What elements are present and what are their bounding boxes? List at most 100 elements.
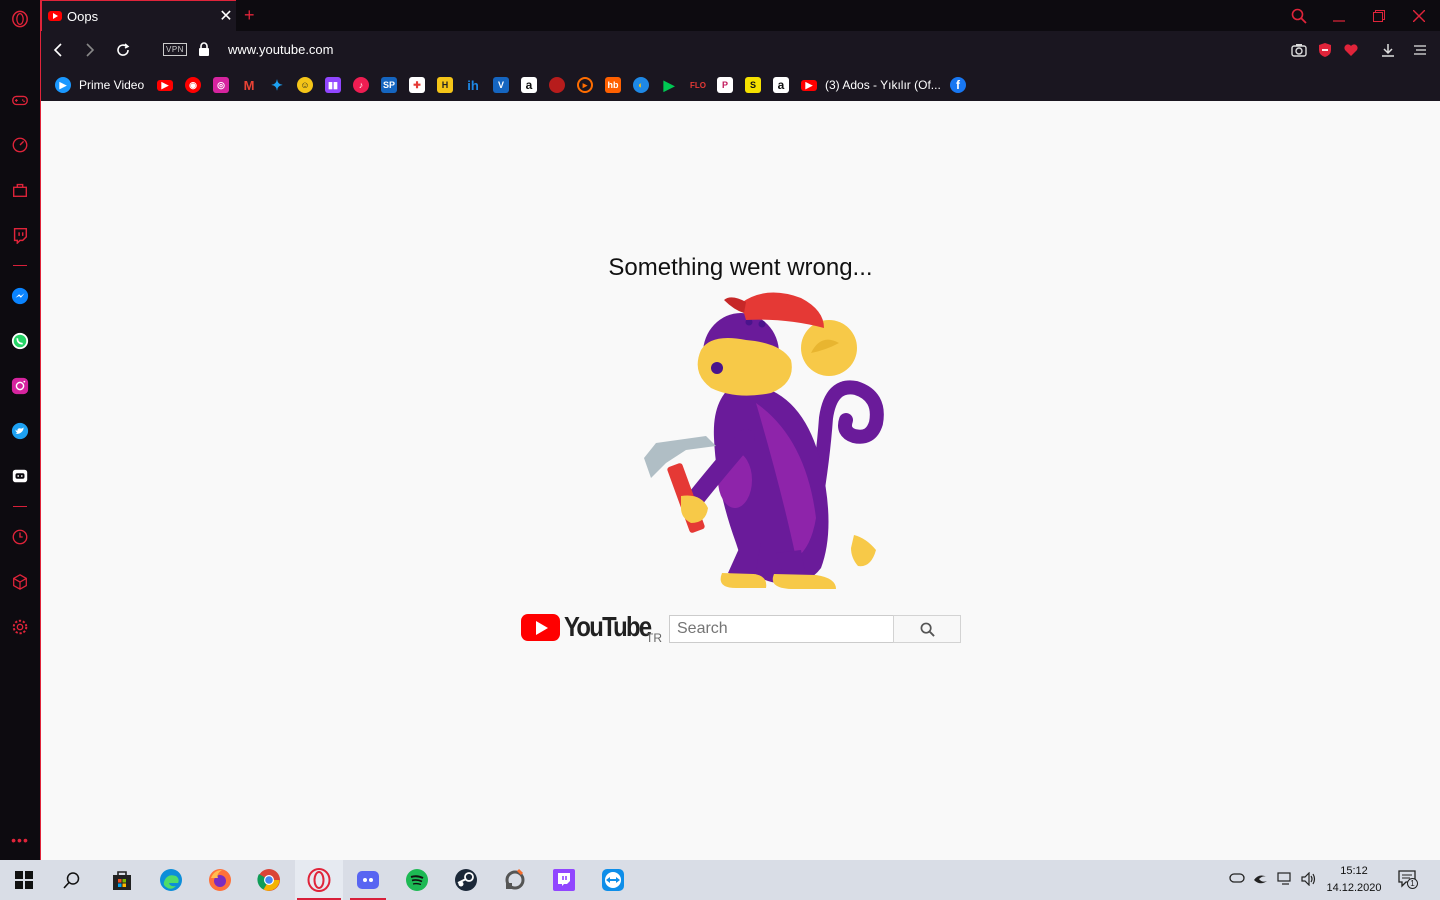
news-icon: ✚ — [409, 77, 425, 93]
bookmark-flo[interactable]: FLO — [687, 76, 709, 94]
bookmark-twitter[interactable]: ✦ — [269, 76, 285, 94]
hepsiburada-icon: hb — [605, 77, 621, 93]
history-icon[interactable] — [9, 526, 31, 548]
search-button[interactable] — [893, 615, 961, 643]
bookmark-twitch[interactable]: ▮▮ — [325, 76, 341, 94]
reload-button[interactable] — [112, 39, 134, 61]
back-button[interactable] — [47, 39, 69, 61]
twitter-icon[interactable] — [9, 420, 31, 442]
play-store-icon: ▶ — [663, 76, 675, 93]
instagram-icon[interactable] — [9, 375, 31, 397]
lock-icon[interactable] — [198, 42, 210, 61]
bookmark-amazon[interactable]: a — [521, 76, 537, 94]
s-icon: S — [745, 77, 761, 93]
bookmark-emoji[interactable]: ☺ — [297, 76, 313, 94]
teamviewer-icon[interactable] — [589, 860, 637, 900]
tab-title: Oops — [67, 8, 99, 24]
search-tabs-icon[interactable] — [1279, 0, 1319, 31]
bookmark-gmail[interactable]: M — [241, 76, 257, 94]
network-tray-icon[interactable] — [1277, 872, 1293, 889]
bookmark-tiktok[interactable]: ♪ — [353, 76, 369, 94]
discord-taskbar-icon[interactable] — [344, 860, 392, 900]
bookmark-orange-ring[interactable]: ▸ — [577, 76, 593, 94]
taskbar-clock[interactable]: 15:12 14.12.2020 — [1320, 863, 1388, 897]
my-flow-heart-icon[interactable] — [1342, 41, 1360, 59]
bookmark-news[interactable]: ✚ — [409, 76, 425, 94]
speedometer-icon[interactable] — [9, 134, 31, 156]
messenger-icon[interactable] — [9, 285, 31, 307]
volume-tray-icon[interactable] — [1301, 871, 1317, 889]
bookmark-hurriyet[interactable]: H — [437, 76, 453, 94]
clock-date: 14.12.2020 — [1326, 882, 1382, 894]
bag-icon[interactable] — [9, 179, 31, 201]
bookmark-s[interactable]: S — [745, 76, 761, 94]
spotify-icon[interactable] — [393, 860, 441, 900]
nvidia-tray-icon[interactable] — [1253, 872, 1269, 889]
start-windows-icon[interactable] — [0, 860, 48, 900]
bookmark-hepsiburada[interactable]: hb — [605, 76, 621, 94]
bookmark-v[interactable]: V — [493, 76, 509, 94]
bookmark-ih[interactable]: ih — [465, 76, 481, 94]
adblock-shield-icon[interactable] — [1316, 41, 1334, 59]
snapshot-camera-icon[interactable] — [1290, 41, 1308, 59]
search-input[interactable] — [669, 615, 894, 643]
origin-icon[interactable] — [491, 860, 539, 900]
vpn-badge[interactable]: VPN — [163, 43, 187, 56]
opera-logo-icon[interactable] — [9, 8, 31, 30]
opera-gx-taskbar-icon[interactable] — [295, 860, 343, 900]
bookmark-sp[interactable]: SP — [381, 76, 397, 94]
youtube-logo[interactable]: YouTube TR — [521, 613, 666, 645]
youtube-favicon-icon — [48, 11, 62, 21]
downloads-icon[interactable] — [1379, 41, 1397, 59]
emoji-icon: ☺ — [297, 77, 313, 93]
restore-button[interactable] — [1359, 0, 1399, 31]
new-tab-button[interactable]: + — [244, 5, 255, 26]
notifications-icon[interactable]: 1 — [1398, 870, 1418, 891]
gamepad-icon[interactable] — [9, 89, 31, 111]
bookmark-amazon-2[interactable]: a — [773, 76, 789, 94]
bookmark-prime-video[interactable]: ▶ Prime Video — [55, 76, 144, 94]
sidebar-more-icon[interactable]: ••• — [9, 829, 31, 851]
instagram-icon: ◎ — [213, 77, 229, 93]
edge-browser-icon[interactable] — [147, 860, 195, 900]
twitch-icon[interactable] — [9, 224, 31, 246]
bookmark-red-circle[interactable] — [549, 76, 565, 94]
sidebar-divider — [13, 506, 27, 507]
forward-button[interactable] — [79, 39, 101, 61]
bookmark-play-store[interactable]: ▶ — [661, 76, 677, 94]
microsoft-store-icon[interactable] — [98, 860, 146, 900]
tiktok-icon: ♪ — [353, 77, 369, 93]
url-field[interactable]: www.youtube.com — [228, 42, 334, 57]
youtube-error-page: Something went wrong... YouTube TR Searc… — [41, 101, 1440, 860]
bookmark-facebook[interactable]: f — [950, 76, 966, 94]
red-circle-icon — [549, 77, 565, 93]
opera-sidebar: ••• — [0, 0, 41, 860]
youtube-play-icon — [521, 614, 560, 641]
bookmark-globe[interactable]: ◐ — [633, 76, 649, 94]
whatsapp-icon[interactable] — [9, 330, 31, 352]
facebook-icon: f — [950, 77, 966, 93]
gamepad-tray-icon[interactable] — [1229, 872, 1245, 887]
sidebar-divider — [13, 265, 27, 266]
steam-icon[interactable] — [442, 860, 490, 900]
tab-oops[interactable]: Oops ✕ — [41, 0, 236, 31]
chrome-icon[interactable] — [245, 860, 293, 900]
extensions-cube-icon[interactable] — [9, 571, 31, 593]
taskbar-search-icon[interactable] — [48, 860, 96, 900]
bookmark-p[interactable]: P — [717, 76, 733, 94]
twitch-taskbar-icon[interactable] — [540, 860, 588, 900]
firefox-icon[interactable] — [196, 860, 244, 900]
bookmark-youtube[interactable]: ▶ — [157, 76, 173, 94]
bookmarks-bar: ▶ Prime Video ▶ ◉ ◎ M ✦ ☺ ▮▮ ♪ SP ✚ H ih… — [41, 69, 1440, 101]
tab-close-icon[interactable]: ✕ — [216, 6, 236, 26]
settings-gear-icon[interactable] — [9, 616, 31, 638]
discord-icon[interactable] — [9, 465, 31, 487]
hurriyet-icon: H — [437, 77, 453, 93]
bookmark-youtube-music[interactable]: ◉ — [185, 76, 201, 94]
windows-taskbar: 15:12 14.12.2020 1 — [0, 860, 1440, 900]
easy-setup-menu-icon[interactable] — [1411, 41, 1429, 59]
close-window-button[interactable] — [1399, 0, 1439, 31]
bookmark-instagram[interactable]: ◎ — [213, 76, 229, 94]
bookmark-ados-video[interactable]: ▶ (3) Ados - Yıkılır (Of... — [801, 76, 941, 94]
minimize-button[interactable] — [1319, 0, 1359, 31]
